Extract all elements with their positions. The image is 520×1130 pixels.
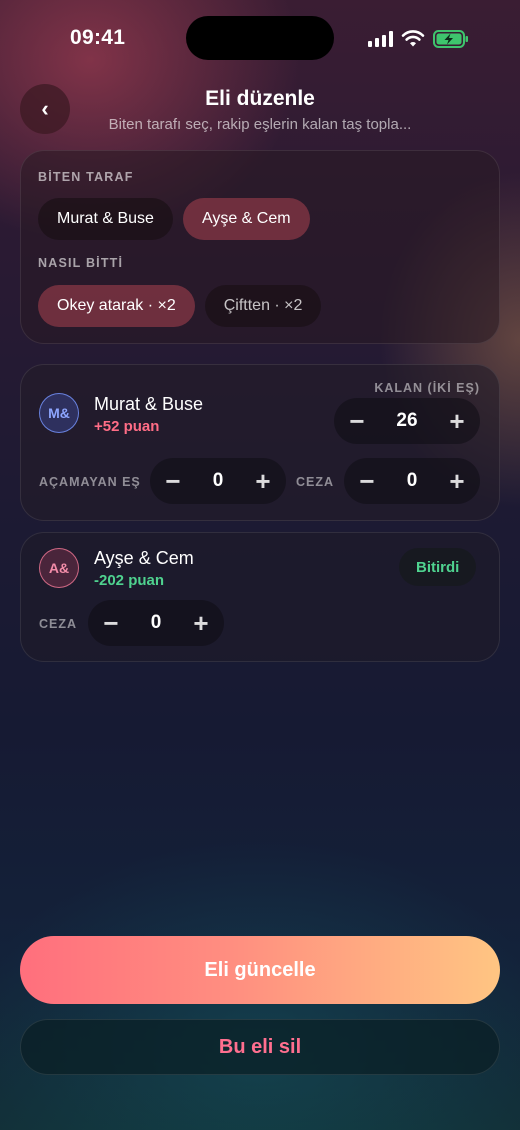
penalty-label: CEZA: [296, 475, 335, 489]
penalty-value: 0: [150, 612, 162, 633]
minus-button[interactable]: −: [98, 610, 124, 636]
finish-method-option-ciftten[interactable]: Çiftten · ×2: [204, 285, 322, 327]
penalty-value: 0: [406, 470, 418, 491]
minus-button[interactable]: −: [344, 408, 370, 434]
team-points: +52 puan: [94, 418, 160, 435]
unopened-partner-label: AÇAMAYAN EŞ: [39, 475, 141, 489]
plus-button[interactable]: +: [444, 468, 470, 494]
page-title: Eli düzenle: [205, 87, 315, 110]
team-points: -202 puan: [94, 572, 165, 589]
finishing-side-options: Murat & Buse Ayşe & Cem: [38, 198, 310, 240]
delete-hand-button[interactable]: Bu eli sil: [20, 1019, 500, 1075]
unopened-partner-stepper: − 0 +: [150, 458, 286, 504]
minus-button[interactable]: −: [160, 468, 186, 494]
penalty-stepper: − 0 +: [344, 458, 480, 504]
minus-button[interactable]: −: [354, 468, 380, 494]
finish-method-options: Okey atarak · ×2 Çiftten · ×2: [38, 285, 322, 327]
remaining-value: 26: [396, 410, 418, 431]
plus-button[interactable]: +: [188, 610, 214, 636]
plus-button[interactable]: +: [444, 408, 470, 434]
penalty-label: CEZA: [39, 617, 78, 631]
avatar: A&: [39, 548, 79, 588]
plus-button[interactable]: +: [250, 468, 276, 494]
avatar: M&: [39, 393, 79, 433]
finishing-side-label: BİTEN TARAF: [38, 170, 134, 184]
remaining-label: KALAN (İKİ EŞ): [374, 381, 480, 395]
update-hand-button[interactable]: Eli güncelle: [20, 936, 500, 1004]
team-name: Murat & Buse: [94, 394, 204, 414]
penalty-stepper: − 0 +: [88, 600, 224, 646]
page-subtitle: Biten tarafı seç, rakip eşlerin kalan ta…: [108, 116, 412, 133]
status-icons: [368, 28, 469, 50]
finishing-side-option-ayse-cem[interactable]: Ayşe & Cem: [182, 198, 310, 240]
wifi-icon: [401, 30, 425, 47]
finish-method-label: NASIL BİTTİ: [38, 256, 124, 270]
unopened-partner-value: 0: [212, 470, 224, 491]
battery-charging-icon: [433, 30, 468, 48]
dynamic-island: [186, 16, 334, 60]
team-name: Ayşe & Cem: [94, 548, 194, 568]
finish-method-option-okey[interactable]: Okey atarak · ×2: [38, 285, 195, 327]
finished-badge: Bitirdi: [399, 548, 477, 586]
remaining-stepper: − 26 +: [334, 398, 480, 444]
finishing-side-option-murat-buse[interactable]: Murat & Buse: [38, 198, 173, 240]
cellular-signal-icon: [368, 31, 393, 47]
status-time: 09:41: [70, 26, 126, 49]
